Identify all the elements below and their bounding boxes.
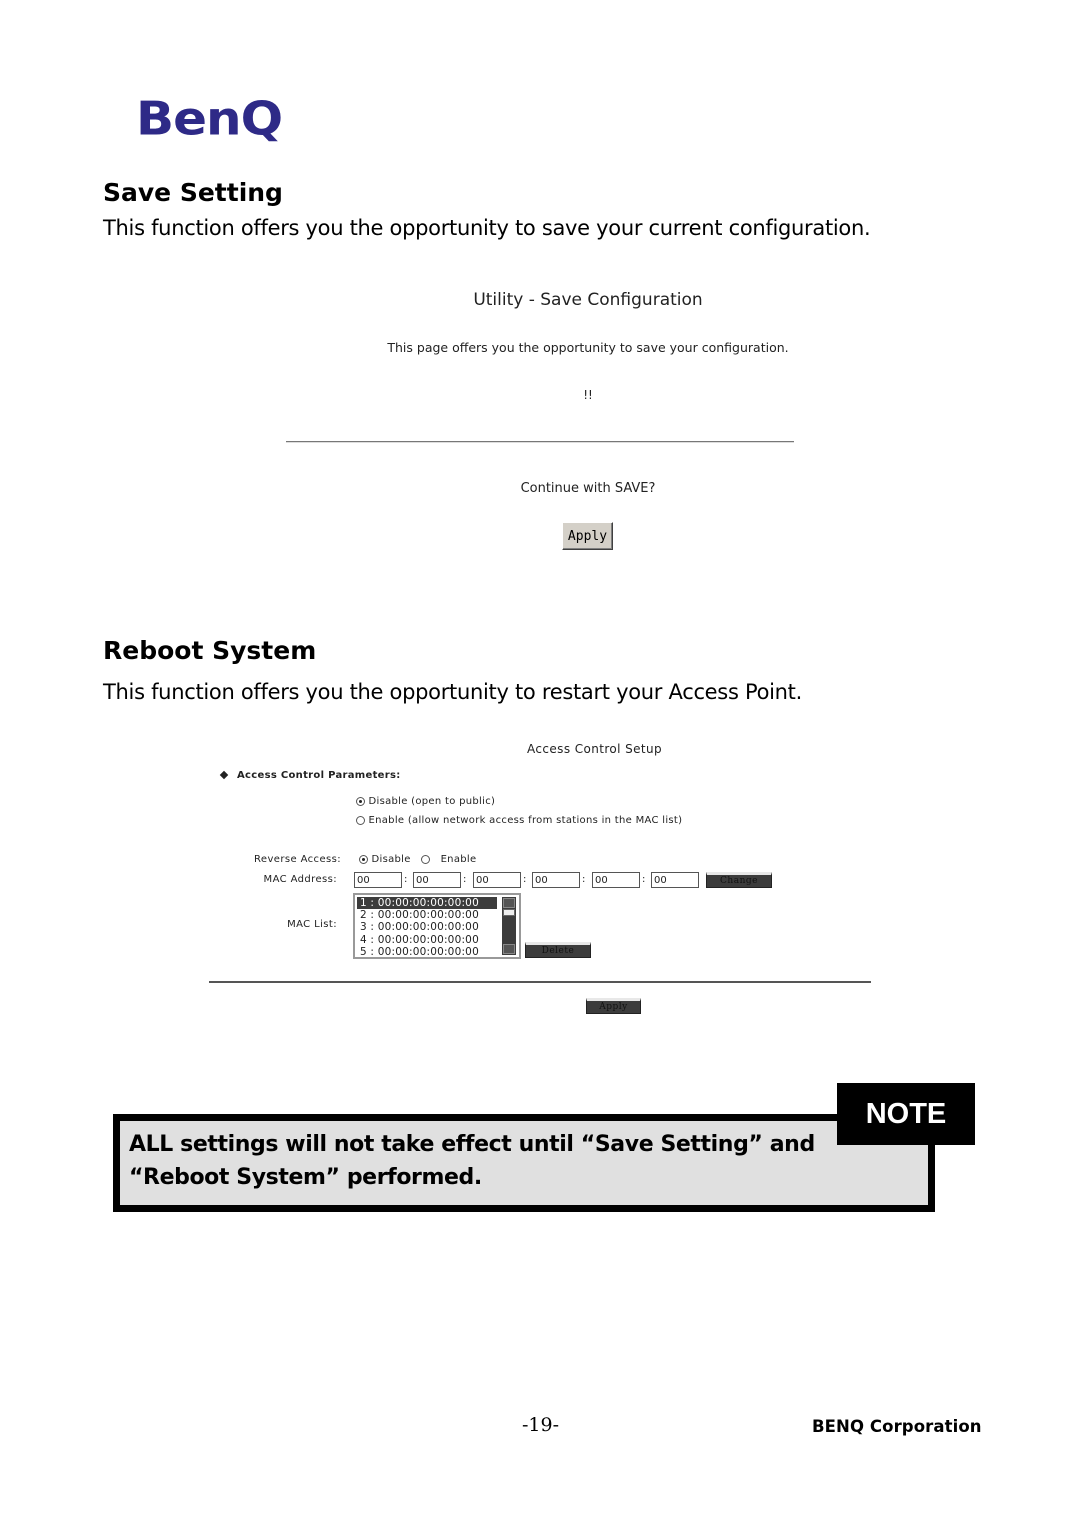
mac-list-scrollbar[interactable]: [502, 897, 516, 955]
save-setting-heading: Save Setting: [103, 178, 283, 207]
change-button[interactable]: Change: [706, 872, 772, 888]
save-config-prompt: Continue with SAVE?: [520, 481, 656, 496]
page-number: -19-: [522, 1414, 560, 1436]
access-option-disable-label: Disable (open to public): [368, 796, 496, 807]
reverse-enable-radio[interactable]: [421, 854, 431, 864]
delete-button[interactable]: Delete: [525, 942, 591, 958]
mac-address-field-6[interactable]: [651, 872, 699, 888]
access-control-params-heading: Access Control Parameters:: [237, 770, 401, 781]
mac-address-field-2[interactable]: [413, 872, 461, 888]
reverse-access-label: Reverse Access:: [254, 854, 341, 865]
save-config-description: This page offers you the opportunity to …: [387, 340, 789, 355]
reverse-disable-label: Disable: [371, 854, 411, 865]
scroll-down-arrow-icon[interactable]: [503, 944, 515, 954]
scroll-thumb[interactable]: [503, 909, 515, 916]
save-config-exclamation: !!: [583, 388, 593, 402]
save-config-divider: [286, 441, 794, 443]
bullet-icon: [219, 770, 229, 780]
access-control-title: Access Control Setup: [527, 742, 663, 756]
mac-separator: :: [523, 874, 527, 885]
mac-list-item[interactable]: 5 : 00:00:00:00:00:00: [357, 946, 497, 958]
mac-list-label: MAC List:: [287, 919, 337, 930]
mac-list-item[interactable]: 4 : 00:00:00:00:00:00: [357, 934, 497, 946]
note-text-line-2: “Reboot System” performed.: [129, 1165, 482, 1190]
access-option-enable-label: Enable (allow network access from statio…: [368, 815, 683, 826]
mac-separator: :: [642, 874, 646, 885]
radio-checked-icon[interactable]: [356, 796, 365, 806]
mac-list-box[interactable]: 1 : 00:00:00:00:00:00 2 : 00:00:00:00:00…: [353, 893, 521, 959]
save-setting-description: This function offers you the opportunity…: [103, 216, 871, 240]
note-text: ALL settings will not take effect until …: [129, 1128, 829, 1194]
radio-unchecked-icon[interactable]: [356, 815, 365, 825]
reboot-system-heading: Reboot System: [103, 636, 317, 665]
mac-address-field-5[interactable]: [592, 872, 640, 888]
mac-address-label: MAC Address:: [263, 874, 337, 885]
mac-list-item[interactable]: 3 : 00:00:00:00:00:00: [357, 921, 497, 933]
reverse-access-options: Disable Enable: [359, 854, 476, 865]
mac-list-item[interactable]: 1 : 00:00:00:00:00:00: [357, 897, 497, 910]
save-config-title: Utility - Save Configuration: [473, 290, 703, 310]
company-name: BENQ Corporation: [812, 1417, 982, 1436]
benq-logo: BenQ: [136, 92, 283, 146]
mac-address-field-3[interactable]: [473, 872, 521, 888]
mac-address-field-1[interactable]: [354, 872, 402, 888]
reverse-disable-radio[interactable]: [359, 854, 368, 864]
reboot-system-description: This function offers you the opportunity…: [103, 680, 802, 704]
mac-list-item[interactable]: 2 : 00:00:00:00:00:00: [357, 909, 497, 921]
save-apply-button[interactable]: Apply: [562, 522, 613, 550]
mac-separator: :: [404, 874, 408, 885]
note-tag: NOTE: [837, 1083, 975, 1145]
access-control-divider: [209, 981, 871, 983]
scroll-up-arrow-icon[interactable]: [503, 898, 515, 908]
note-text-line-1: ALL settings will not take effect until …: [129, 1132, 815, 1157]
mac-address-field-4[interactable]: [532, 872, 580, 888]
access-option-disable[interactable]: Disable (open to public): [356, 796, 495, 807]
access-option-enable[interactable]: Enable (allow network access from statio…: [356, 815, 682, 826]
mac-separator: :: [463, 874, 467, 885]
mac-separator: :: [582, 874, 586, 885]
access-apply-button[interactable]: Apply: [586, 998, 641, 1014]
reverse-enable-label: Enable: [440, 854, 477, 865]
